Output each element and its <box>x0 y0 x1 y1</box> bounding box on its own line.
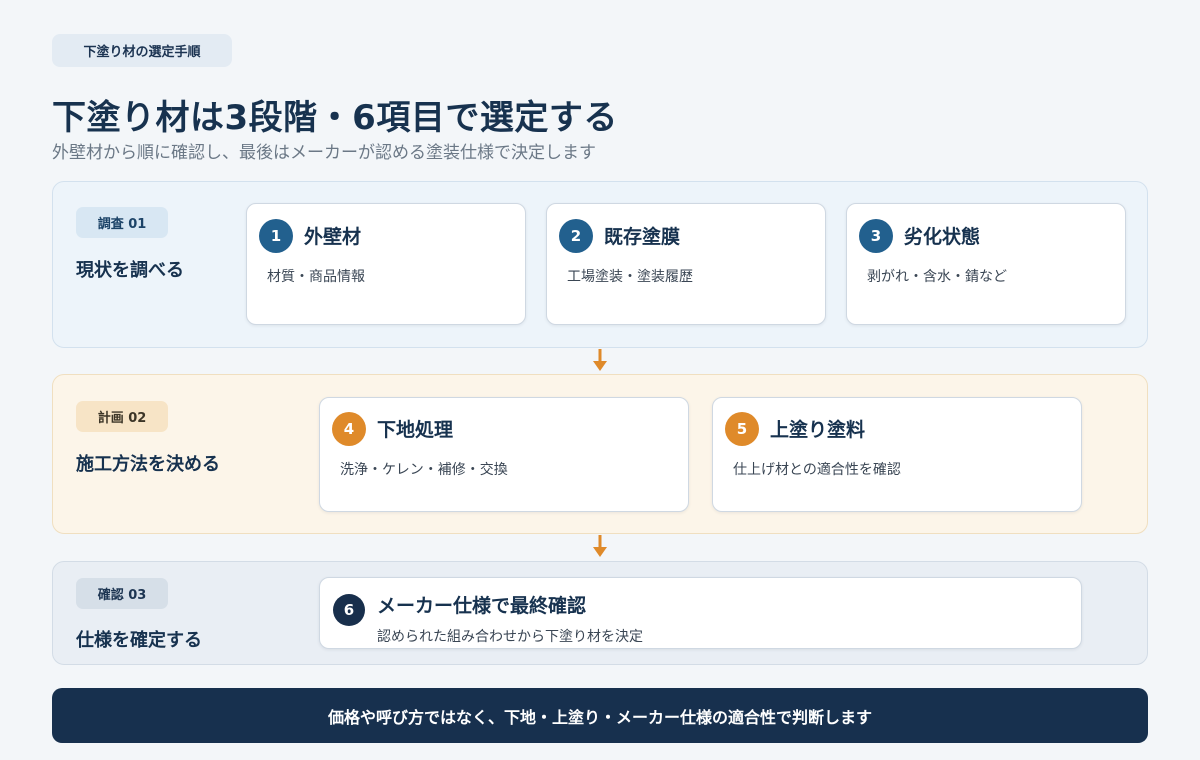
step-card-surface-prep: 4 下地処理 洗浄・ケレン・補修・交換 <box>319 397 689 512</box>
step-number-badge: 5 <box>725 412 759 446</box>
stage-panel-confirm: 確認 03 仕様を確定する 6 メーカー仕様で最終確認 認められた組み合わせから… <box>52 561 1148 665</box>
stage-label: 仕様を確定する <box>76 630 202 651</box>
stage-label: 施工方法を決める <box>76 454 220 475</box>
step-card-maker-spec: 6 メーカー仕様で最終確認 認められた組み合わせから下塗り材を決定 <box>319 577 1082 649</box>
header-tag: 下塗り材の選定手順 <box>52 34 232 67</box>
step-title: メーカー仕様で最終確認 <box>377 595 587 617</box>
flow-arrow-down-icon <box>593 349 607 371</box>
page-subtitle: 外壁材から順に確認し、最後はメーカーが認める塗装仕様で決定します <box>52 143 596 163</box>
stage-badge: 確認 03 <box>76 578 168 609</box>
step-title: 既存塗膜 <box>604 226 681 248</box>
step-description: 工場塗装・塗装履歴 <box>567 269 693 285</box>
step-number-badge: 6 <box>333 594 365 626</box>
page-title: 下塗り材は3段階・6項目で選定する <box>52 98 618 138</box>
step-title: 下地処理 <box>377 419 454 441</box>
step-title: 外壁材 <box>304 226 362 248</box>
step-number-badge: 3 <box>859 219 893 253</box>
stage-badge: 調査 01 <box>76 207 168 238</box>
step-description: 認められた組み合わせから下塗り材を決定 <box>377 629 643 645</box>
stage-badge: 計画 02 <box>76 401 168 432</box>
step-description: 仕上げ材との適合性を確認 <box>733 462 901 478</box>
step-description: 洗浄・ケレン・補修・交換 <box>340 462 508 478</box>
step-card-exterior-wall: 1 外壁材 材質・商品情報 <box>246 203 526 325</box>
summary-banner: 価格や呼び方ではなく、下地・上塗り・メーカー仕様の適合性で判断します <box>52 688 1148 743</box>
step-number-badge: 4 <box>332 412 366 446</box>
stage-panel-survey: 調査 01 現状を調べる 1 外壁材 材質・商品情報 2 既存塗膜 工場塗装・塗… <box>52 181 1148 348</box>
step-description: 材質・商品情報 <box>267 269 365 285</box>
stage-label: 現状を調べる <box>76 260 184 281</box>
stage-panel-plan: 計画 02 施工方法を決める 4 下地処理 洗浄・ケレン・補修・交換 5 上塗り… <box>52 374 1148 534</box>
step-title: 上塗り塗料 <box>770 419 866 441</box>
flow-arrow-down-icon <box>593 535 607 557</box>
step-card-topcoat: 5 上塗り塗料 仕上げ材との適合性を確認 <box>712 397 1082 512</box>
step-card-existing-coating: 2 既存塗膜 工場塗装・塗装履歴 <box>546 203 826 325</box>
step-description: 剥がれ・含水・錆など <box>867 269 1007 285</box>
step-number-badge: 2 <box>559 219 593 253</box>
step-title: 劣化状態 <box>904 226 981 248</box>
step-number-badge: 1 <box>259 219 293 253</box>
step-card-deterioration: 3 劣化状態 剥がれ・含水・錆など <box>846 203 1126 325</box>
